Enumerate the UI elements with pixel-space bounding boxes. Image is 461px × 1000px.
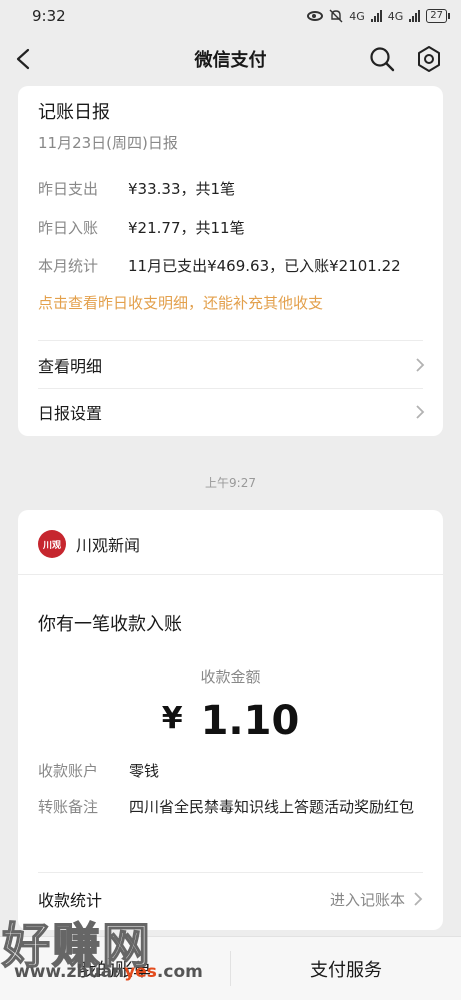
menu-view-details[interactable]: 查看明细 [18, 342, 443, 388]
stat-label: 昨日支出 [38, 180, 99, 198]
info-row-remark: 转账备注 四川省全民禁毒知识线上答题活动奖励红包 [38, 796, 419, 819]
info-label: 转账备注 [38, 798, 99, 816]
stat-value: ¥21.77，共11笔 [128, 219, 245, 237]
message-timestamp: 上午9:27 [205, 476, 256, 490]
stat-label: 昨日入账 [38, 219, 99, 237]
divider [38, 872, 423, 873]
stat-value: ¥33.33，共1笔 [128, 180, 236, 198]
stat-value: 11月已支出¥469.63，已入账¥2101.22 [128, 257, 401, 275]
stat-label: 本月统计 [38, 257, 99, 275]
daily-report-title: 记账日报 [38, 102, 110, 123]
mute-bell-icon [329, 9, 343, 23]
view-details-link[interactable]: 点击查看昨日收支明细，还能补充其他收支 [38, 292, 323, 313]
signal-icon [370, 10, 382, 22]
info-row-account: 收款账户 零钱 [38, 760, 419, 783]
divider [18, 574, 443, 575]
daily-report-card: 记账日报 11月23日(周四)日报 昨日支出 ¥33.33，共1笔 昨日入账 ¥… [18, 86, 443, 436]
source-name: 川观新闻 [76, 536, 141, 555]
ledger-link[interactable]: 进入记账本 [330, 889, 423, 910]
menu-label: 日报设置 [38, 404, 103, 423]
watermark-url: www.zhuanyes.com [14, 962, 203, 982]
amount-value: 1.10 [200, 698, 300, 744]
chevron-right-icon [416, 358, 425, 372]
eye-icon [307, 11, 324, 21]
stat-row-month: 本月统计 11月已支出¥469.63，已入账¥2101.22 [38, 255, 401, 276]
nav-bar: 微信支付 [0, 32, 461, 86]
payment-source: 川观 川观新闻 [38, 530, 140, 558]
info-value: 零钱 [129, 762, 160, 780]
divider [38, 340, 423, 341]
amount-label: 收款金额 [200, 668, 261, 686]
gear-icon[interactable] [415, 45, 443, 73]
status-bar: 9:32 4G 4G 27 [0, 0, 461, 32]
ledger-link-label: 进入记账本 [329, 890, 405, 909]
watermark-url-suffix: .com [156, 962, 203, 982]
source-logo: 川观 [38, 530, 66, 558]
menu-label: 查看明细 [38, 357, 103, 376]
payment-title: 你有一笔收款入账 [38, 614, 182, 635]
signal-icon-2 [409, 10, 421, 22]
network-label-1: 4G [349, 9, 365, 23]
battery-icon: 27 [426, 9, 450, 23]
status-time: 9:32 [32, 7, 66, 25]
amount-display: ¥1.10 [18, 698, 443, 744]
stat-row-expense: 昨日支出 ¥33.33，共1笔 [38, 178, 235, 199]
search-icon[interactable] [369, 46, 395, 72]
payment-service-button[interactable]: 支付服务 [231, 937, 461, 1000]
chevron-right-icon [416, 405, 425, 419]
daily-report-date: 11月23日(周四)日报 [38, 134, 178, 152]
watermark-url-prefix: www.zhuan [14, 962, 125, 982]
info-value: 四川省全民禁毒知识线上答题活动奖励红包 [129, 798, 415, 816]
menu-report-settings[interactable]: 日报设置 [18, 389, 443, 435]
page-title: 微信支付 [194, 50, 267, 71]
payment-card[interactable]: 川观 川观新闻 你有一笔收款入账 收款金额 ¥1.10 收款账户 零钱 转账备注… [18, 510, 443, 930]
chevron-right-icon [414, 892, 423, 906]
currency-symbol: ¥ [161, 701, 183, 736]
watermark-url-highlight: yes [124, 962, 157, 982]
stat-row-income: 昨日入账 ¥21.77，共11笔 [38, 217, 245, 238]
info-label: 收款账户 [38, 762, 99, 780]
status-icons: 4G 4G 27 [307, 9, 450, 23]
network-label-2: 4G [387, 9, 404, 23]
back-arrow-icon[interactable] [14, 48, 34, 70]
